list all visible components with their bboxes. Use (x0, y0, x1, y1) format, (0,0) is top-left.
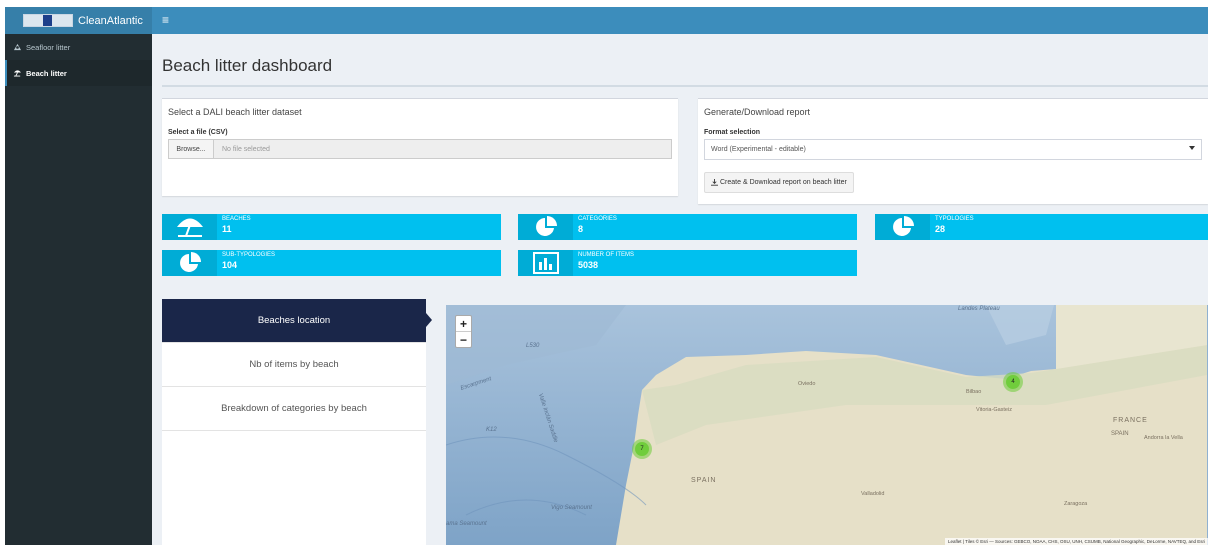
stat-label: BEACHES (222, 216, 251, 222)
dataset-box: Select a DALI beach litter dataset Selec… (162, 98, 678, 196)
map-label-zaragoza: Zaragoza (1064, 501, 1088, 507)
download-icon (711, 179, 718, 186)
sidebar-item-beach-litter[interactable]: Beach litter (5, 60, 152, 86)
chevron-down-icon (1189, 146, 1195, 150)
report-box: Generate/Download report Format selectio… (698, 98, 1208, 204)
pie-chart-icon (875, 214, 930, 240)
map-label-k12: K12 (486, 427, 497, 433)
format-select-value: Word (Experimental - editable) (711, 146, 806, 153)
stat-label: SUB-TYPOLOGIES (222, 252, 276, 258)
zoom-in-button[interactable]: + (456, 316, 471, 332)
map-label-seamount: ama Seamount (446, 521, 487, 527)
file-input-label: Select a file (CSV) (168, 129, 228, 136)
stat-label: NUMBER OF ITEMS (578, 252, 635, 258)
pie-chart-icon (518, 214, 573, 240)
sidebar-item-label: Beach litter (26, 68, 67, 78)
map-label-andorra: Andorra la Vella (1144, 435, 1183, 441)
map-label-vigo-seamount: Vigo Seamount (551, 505, 592, 511)
zoom-control: + − (455, 315, 472, 348)
stat-value: 11 (222, 224, 232, 234)
beaches-map[interactable]: + − Landes Plateau Escarpment Valle Incl… (446, 305, 1208, 545)
tab-list: Beaches location Nb of items by beach Br… (162, 299, 432, 431)
seafloor-icon (13, 43, 22, 51)
stat-value: 5038 (578, 260, 599, 270)
stat-value: 104 (222, 260, 238, 270)
cluster-count: 4 (1006, 375, 1020, 389)
stat-box-sub-typologies: SUB-TYPOLOGIES 104 (162, 250, 501, 276)
report-box-title: Generate/Download report (704, 107, 811, 117)
stat-box-beaches: BEACHES 11 (162, 214, 501, 240)
title-divider (162, 85, 1208, 87)
map-cluster-marker[interactable]: 7 (632, 439, 652, 459)
stat-box-categories: CATEGORIES 8 (518, 214, 857, 240)
stat-value: 8 (578, 224, 584, 234)
map-label-valladolid: Valladolid (861, 491, 885, 497)
map-label-bilbao: Bilbao (966, 389, 982, 395)
download-report-label: Create & Download report on beach litter (720, 179, 847, 186)
map-attribution[interactable]: Leaflet | Tiles © Esri — Sources: GEBCO,… (945, 538, 1208, 545)
top-navbar: ≡ (152, 7, 1208, 34)
tab-breakdown-categories[interactable]: Breakdown of categories by beach (162, 387, 426, 431)
cleanatlantic-logo (23, 14, 73, 27)
map-label-oviedo: Oviedo (798, 381, 816, 387)
sidebar-item-seafloor-litter[interactable]: Seafloor litter (5, 34, 152, 60)
pie-chart-icon (162, 250, 217, 276)
stat-box-number-of-items: NUMBER OF ITEMS 5038 (518, 250, 857, 276)
stat-box-typologies: TYPOLOGIES 28 (875, 214, 1208, 240)
beach-umbrella-icon (162, 214, 217, 240)
hamburger-icon[interactable]: ≡ (162, 13, 169, 27)
download-report-button[interactable]: Create & Download report on beach litter (704, 172, 854, 193)
file-name-field[interactable]: No file selected (214, 140, 671, 158)
bar-chart-icon (518, 250, 573, 276)
map-cluster-marker[interactable]: 4 (1003, 372, 1023, 392)
map-label-spain-west: SPAIN (691, 477, 717, 484)
cluster-count: 7 (635, 442, 649, 456)
zoom-out-button[interactable]: − (456, 332, 471, 347)
map-label-vitoria: Vitoria-Gasteiz (976, 407, 1012, 413)
page-title: Beach litter dashboard (162, 56, 333, 75)
sidebar: Seafloor litter Beach litter (5, 34, 152, 545)
map-label-spain-east: SPAIN (1111, 431, 1129, 437)
app-window: CleanAtlantic ≡ Seafloor litter Beach li… (5, 7, 1208, 545)
dataset-box-title: Select a DALI beach litter dataset (168, 107, 302, 117)
format-selection-label: Format selection (704, 129, 761, 136)
tab-beaches-location[interactable]: Beaches location (162, 299, 432, 343)
map-label-france: FRANCE (1113, 417, 1148, 424)
tab-nb-items-by-beach[interactable]: Nb of items by beach (162, 343, 426, 387)
main-content: Beach litter dashboard Select a DALI bea… (152, 34, 1208, 545)
brand-name: CleanAtlantic (78, 14, 143, 27)
stat-label: CATEGORIES (578, 216, 617, 222)
sidebar-item-label: Seafloor litter (26, 42, 71, 52)
tab-panel-spacer (162, 431, 426, 545)
map-label-l530: L530 (526, 343, 540, 349)
format-select[interactable]: Word (Experimental - editable) (704, 139, 1202, 160)
stat-value: 28 (935, 224, 946, 234)
logo-area[interactable]: CleanAtlantic (5, 7, 152, 34)
file-input[interactable]: Browse... No file selected (168, 139, 672, 159)
browse-button[interactable]: Browse... (169, 140, 214, 158)
stat-label: TYPOLOGIES (935, 216, 974, 222)
map-label-landes-plateau: Landes Plateau (958, 306, 1000, 312)
beach-umbrella-icon (13, 70, 22, 77)
